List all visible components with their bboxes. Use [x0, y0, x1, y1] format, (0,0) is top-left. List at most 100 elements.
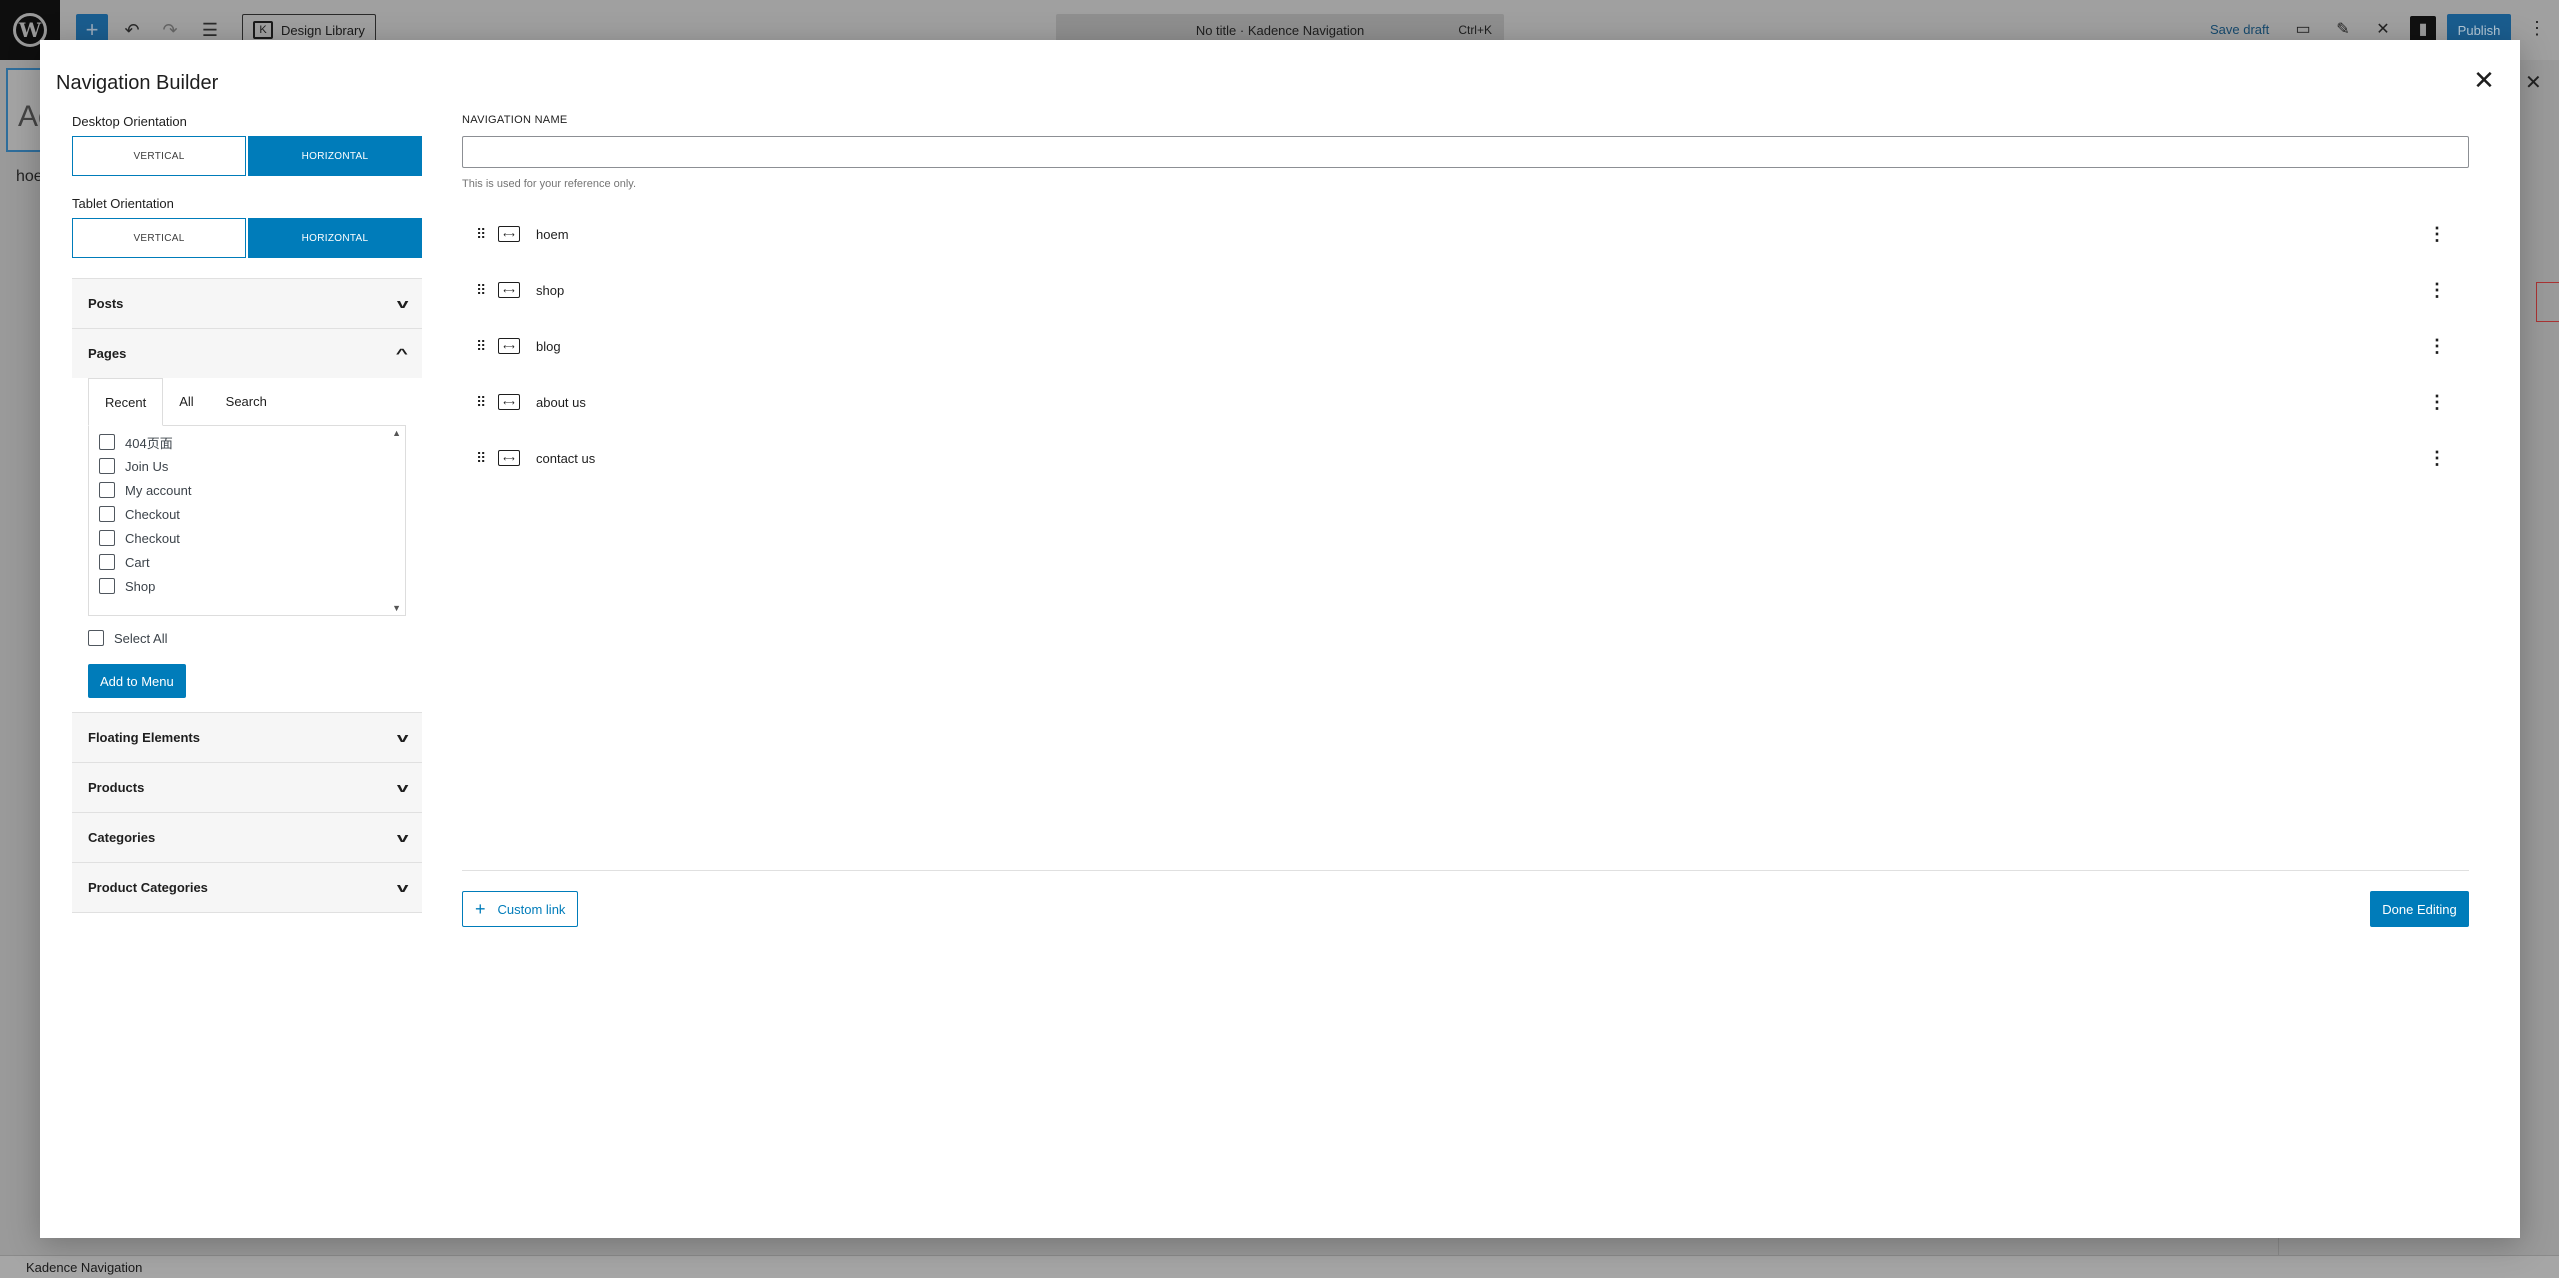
view-page-icon[interactable]: ✎	[2330, 16, 2356, 42]
more-vertical-icon[interactable]: ⋮	[2425, 222, 2449, 246]
menu-item-label: blog	[536, 338, 561, 354]
drag-handle-icon[interactable]: ⠿	[476, 450, 488, 467]
scroll-up-icon[interactable]: ▲	[392, 428, 401, 438]
menu-item[interactable]: ⠿ ⟷ about us ⋮	[462, 374, 2469, 430]
tab-search[interactable]: Search	[210, 378, 283, 425]
page-label: 404页面	[125, 435, 173, 451]
select-all-row[interactable]: Select All	[88, 620, 406, 656]
page-checkbox[interactable]	[99, 506, 115, 522]
desktop-vertical-button[interactable]: VERTICAL	[72, 136, 246, 176]
page-checkbox[interactable]	[99, 530, 115, 546]
list-item[interactable]: Join Us	[99, 454, 395, 478]
menu-item[interactable]: ⠿ ⟷ hoem ⋮	[462, 206, 2469, 262]
tablet-orientation-toggle: VERTICAL HORIZONTAL	[72, 218, 422, 258]
page-checkbox[interactable]	[99, 482, 115, 498]
options-more-icon[interactable]: ⋮	[2527, 18, 2547, 39]
accordion-products-label: Products	[88, 780, 145, 795]
link-icon: ⟷	[498, 394, 520, 410]
tablet-horizontal-button[interactable]: HORIZONTAL	[248, 218, 422, 258]
tablet-orientation-label: Tablet Orientation	[72, 196, 174, 211]
list-item[interactable]: Checkout	[99, 526, 395, 550]
accordion-posts-header[interactable]: Posts v	[72, 279, 422, 328]
more-vertical-icon[interactable]: ⋮	[2425, 334, 2449, 358]
accordion-product-categories-header[interactable]: Product Categories v	[72, 863, 422, 912]
accordion-posts: Posts v	[72, 278, 422, 328]
list-item[interactable]: My account	[99, 478, 395, 502]
desktop-orientation-toggle: VERTICAL HORIZONTAL	[72, 136, 422, 176]
page-label: Join Us	[125, 458, 169, 474]
close-icon[interactable]: ✕	[2468, 64, 2500, 96]
accordion-floating-elements-label: Floating Elements	[88, 730, 200, 745]
design-library-label: Design Library	[281, 22, 365, 38]
page-label: Checkout	[125, 530, 180, 546]
editor-footer-breadcrumb: Kadence Navigation	[0, 1255, 2559, 1278]
command-bar-title: No title · Kadence Navigation	[1195, 22, 1365, 38]
page-checkbox[interactable]	[99, 458, 115, 474]
link-icon: ⟷	[498, 338, 520, 354]
left-panel: Desktop Orientation VERTICAL HORIZONTAL …	[72, 114, 422, 913]
accordion-pages-header[interactable]: Pages ^	[72, 329, 422, 378]
tab-all[interactable]: All	[163, 378, 209, 425]
navigation-name-label: NAVIGATION NAME	[462, 114, 568, 126]
select-all-label: Select All	[114, 630, 168, 646]
settings-sidebar-icon[interactable]: ▮	[2410, 16, 2436, 42]
page-checkbox[interactable]	[99, 434, 115, 450]
navigation-name-input[interactable]	[462, 136, 2469, 168]
page-checkbox[interactable]	[99, 554, 115, 570]
custom-link-button[interactable]: + Custom link	[462, 891, 579, 927]
editor-content-bg: hoe	[16, 168, 43, 185]
list-item[interactable]: Shop	[99, 574, 395, 598]
right-panel: NAVIGATION NAME This is used for your re…	[462, 114, 2469, 486]
navigation-builder-modal: Navigation Builder ✕ Desktop Orientation…	[40, 40, 2520, 1238]
list-item[interactable]: 404页面	[99, 430, 395, 454]
drag-handle-icon[interactable]: ⠿	[476, 394, 488, 411]
kadence-controls-icon[interactable]: ✕	[2370, 16, 2396, 42]
tablet-vertical-button[interactable]: VERTICAL	[72, 218, 246, 258]
plus-icon: +	[475, 898, 486, 919]
kadence-icon: K	[253, 21, 273, 39]
tab-recent[interactable]: Recent	[88, 378, 164, 426]
sidebar-highlight-box	[2536, 282, 2559, 322]
more-vertical-icon[interactable]: ⋮	[2425, 446, 2449, 470]
menu-item-label: shop	[536, 282, 565, 298]
select-all-checkbox[interactable]	[88, 630, 104, 646]
accordion-posts-label: Posts	[88, 296, 124, 311]
command-bar-shortcut: Ctrl+K	[1458, 23, 1492, 37]
save-draft-button[interactable]: Save draft	[2210, 22, 2269, 37]
list-item[interactable]: Cart	[99, 550, 395, 574]
menu-item-label: hoem	[536, 226, 569, 242]
menu-item-label: contact us	[536, 450, 596, 466]
chevron-down-icon: v	[396, 296, 409, 311]
accordion-categories-header[interactable]: Categories v	[72, 813, 422, 862]
page-label: Shop	[125, 578, 156, 594]
link-icon: ⟷	[498, 282, 520, 298]
navigation-name-help: This is used for your reference only.	[462, 178, 637, 190]
pages-checklist[interactable]: 404页面 Join Us My account Checkout Checko…	[88, 426, 406, 616]
desktop-horizontal-button[interactable]: HORIZONTAL	[248, 136, 422, 176]
add-to-menu-button[interactable]: Add to Menu	[88, 664, 186, 698]
page-checkbox[interactable]	[99, 578, 115, 594]
drag-handle-icon[interactable]: ⠿	[476, 282, 488, 299]
menu-item[interactable]: ⠿ ⟷ shop ⋮	[462, 262, 2469, 318]
more-vertical-icon[interactable]: ⋮	[2425, 390, 2449, 414]
drag-handle-icon[interactable]: ⠿	[476, 226, 488, 243]
chevron-down-icon: v	[396, 830, 409, 845]
accordion-floating-elements-header[interactable]: Floating Elements v	[72, 713, 422, 762]
drag-handle-icon[interactable]: ⠿	[476, 338, 488, 355]
accordion-products: Products v	[72, 762, 422, 812]
done-editing-button[interactable]: Done Editing	[2370, 891, 2469, 927]
chevron-up-icon: ^	[396, 346, 409, 361]
accordion-pages: Pages ^ Recent All Search 404页面 Join Us …	[72, 328, 422, 712]
accordion-products-header[interactable]: Products v	[72, 763, 422, 812]
chevron-down-icon: v	[396, 730, 409, 745]
list-item[interactable]: Checkout	[99, 502, 395, 526]
menu-item[interactable]: ⠿ ⟷ contact us ⋮	[462, 430, 2469, 486]
pages-panel: Recent All Search 404页面 Join Us My accou…	[72, 378, 422, 712]
scroll-down-icon[interactable]: ▼	[392, 603, 401, 613]
more-vertical-icon[interactable]: ⋮	[2425, 278, 2449, 302]
chevron-down-icon: v	[396, 780, 409, 795]
preview-icon[interactable]: ▭	[2290, 16, 2316, 42]
menu-item[interactable]: ⠿ ⟷ blog ⋮	[462, 318, 2469, 374]
accordion-product-categories: Product Categories v	[72, 862, 422, 913]
link-icon: ⟷	[498, 450, 520, 466]
